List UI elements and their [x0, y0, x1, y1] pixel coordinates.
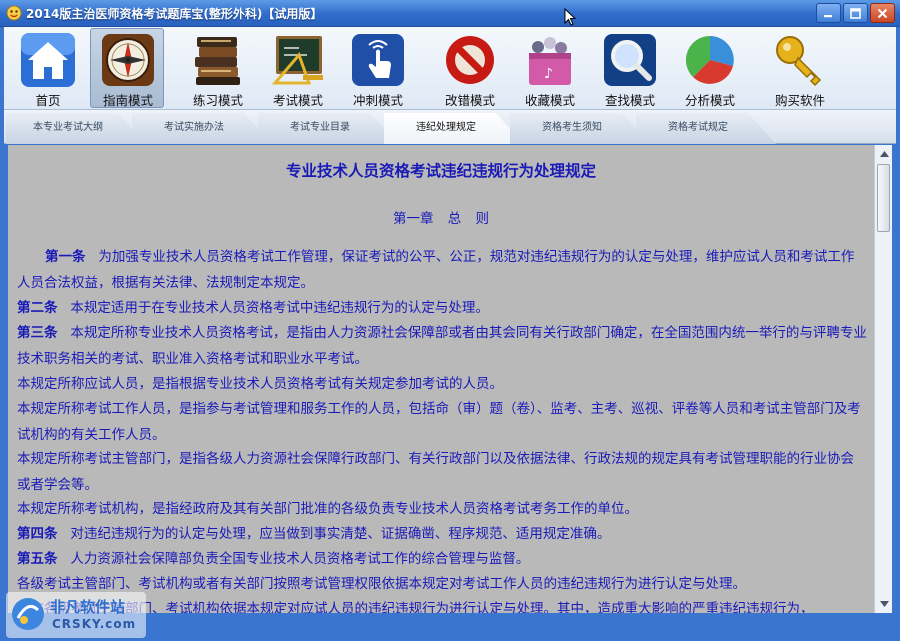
arrow-up-icon	[879, 151, 889, 157]
sprint-mode-label: 冲刺模式	[352, 93, 403, 108]
buy-software-label: 购买软件	[774, 93, 825, 108]
watermark-logo-icon	[12, 598, 44, 630]
article-paragraph: 第一条 为加强专业技术人员资格考试工作管理，保证考试的公平、公正，规范对违纪违规…	[17, 245, 867, 296]
tab-candidate-notice[interactable]: 资格考生须知	[510, 113, 650, 144]
analysis-mode-label: 分析模式	[684, 93, 735, 108]
body-paragraph: 本规定所称考试主管部门，是指各级人力资源社会保障行政部门、有关行政部门以及依据法…	[17, 451, 854, 493]
body-paragraph: 本规定所称考试机构，是指经政府及其有关部门批准的各级负责专业技术人员资格考试考务…	[17, 501, 638, 517]
home-button[interactable]: 首页	[10, 28, 84, 108]
chapter-heading: 第一章 总 则	[392, 211, 490, 227]
maximize-icon	[850, 7, 861, 19]
article-paragraph: 第四条 对违纪违规行为的认定与处理，应当做到事实清楚、证据确凿、程序规范、适用规…	[17, 522, 867, 548]
scroll-up-button[interactable]	[876, 146, 892, 162]
no-sign-icon	[446, 36, 494, 84]
article-number: 第一条	[45, 249, 86, 265]
document-title: 专业技术人员资格考试违纪违规行为处理规定	[285, 162, 596, 180]
document-view[interactable]: 专业技术人员资格考试违纪违规行为处理规定 第一章 总 则 第一条 为加强专业技术…	[8, 145, 874, 613]
vertical-scrollbar[interactable]	[874, 145, 892, 613]
minimize-icon	[824, 14, 832, 17]
article-text: 对违纪违规行为的认定与处理，应当做到事实清楚、证据确凿、程序规范、适用规定准确。	[70, 526, 611, 542]
books-icon	[195, 37, 240, 85]
mouse-cursor-icon	[564, 8, 576, 26]
favorites-mode-label: 收藏模式	[524, 93, 575, 108]
buy-software-button[interactable]: 购买软件	[762, 28, 836, 108]
exam-mode-label: 考试模式	[272, 93, 323, 108]
exam-mode-button[interactable]: 考试模式	[260, 28, 334, 108]
watermark-text: 非凡软件站	[50, 598, 126, 616]
tab-bar: 本专业考试大纲 考试实施办法 考试专业目录 违纪处理规定 资格考生须知 资格考试…	[4, 110, 896, 144]
close-icon	[877, 8, 888, 18]
article-number: 第四条	[17, 526, 58, 542]
practice-mode-label: 练习模式	[192, 93, 243, 108]
article-text: 本规定适用于在专业技术人员资格考试中违纪违规行为的认定与处理。	[70, 300, 489, 316]
title-bar: 2014版主治医师资格考试题库宝(整形外科)【试用版】	[0, 0, 900, 27]
article-paragraph: 第五条 人力资源社会保障部负责全国专业技术人员资格考试工作的综合管理与监督。	[17, 547, 867, 573]
close-button[interactable]	[870, 3, 895, 23]
maximize-button[interactable]	[843, 3, 868, 23]
article-paragraph: 第二条 本规定适用于在专业技术人员资格考试中违纪违规行为的认定与处理。	[17, 296, 867, 322]
analysis-mode-button[interactable]: 分析模式	[672, 28, 746, 108]
home-icon	[21, 33, 75, 87]
home-label: 首页	[35, 93, 61, 108]
sprint-mode-button[interactable]: 冲刺模式	[340, 28, 414, 108]
article-paragraph: 第三条 本规定所称专业技术人员资格考试，是指由人力资源社会保障部或者由其会同有关…	[17, 321, 867, 372]
article-number: 第二条	[17, 300, 58, 316]
body-paragraph: 本规定所称应试人员，是指根据专业技术人员资格考试有关规定参加考试的人员。	[17, 376, 503, 392]
tab-exam-implementation[interactable]: 考试实施办法	[132, 113, 272, 144]
blackboard-icon	[271, 36, 323, 85]
tab-syllabus[interactable]: 本专业考试大纲	[6, 113, 146, 144]
article-text: 本规定所称专业技术人员资格考试，是指由人力资源社会保障部或者由其会同有关行政部门…	[17, 325, 867, 367]
favorites-mode-button[interactable]: ♪ 收藏模式	[512, 28, 586, 108]
site-watermark: 非凡软件站 CRSKY.com	[6, 592, 146, 638]
key-icon	[776, 36, 822, 87]
article-text: 人力资源社会保障部负责全国专业技术人员资格考试工作的综合管理与监督。	[70, 551, 530, 567]
guide-mode-button[interactable]: 指南模式	[90, 28, 164, 108]
search-mode-label: 查找模式	[604, 93, 655, 108]
article-number: 第五条	[17, 551, 58, 567]
window-title: 2014版主治医师资格考试题库宝(整形外科)【试用版】	[26, 7, 323, 21]
body-paragraph: 本规定所称考试工作人员，是指参与考试管理和服务工作的人员，包括命（审）题（卷）、…	[17, 401, 861, 443]
scroll-down-button[interactable]	[876, 596, 892, 612]
arrow-down-icon	[879, 601, 889, 607]
treasure-box-icon: ♪	[529, 37, 571, 85]
tab-violation-rules[interactable]: 违纪处理规定	[384, 113, 524, 144]
compass-icon	[102, 34, 154, 86]
magnifier-icon	[604, 34, 656, 86]
minimize-button[interactable]	[816, 3, 841, 23]
main-toolbar: 首页 指南模式 练习模式 考试模式 冲刺模式 改错模式 ♪ 收藏模式 查找模式 …	[4, 27, 896, 110]
touch-hand-icon	[352, 34, 404, 86]
article-text: 为加强专业技术人员资格考试工作管理，保证考试的公平、公正，规范对违纪违规行为的认…	[17, 249, 855, 291]
tab-specialty-catalog[interactable]: 考试专业目录	[258, 113, 398, 144]
tab-exam-regulations[interactable]: 资格考试规定	[636, 113, 776, 144]
watermark-subtext: CRSKY.com	[52, 617, 137, 631]
app-icon	[6, 5, 22, 21]
scroll-thumb[interactable]	[877, 164, 890, 232]
svg-text:♪: ♪	[544, 66, 553, 82]
error-mode-button[interactable]: 改错模式	[432, 28, 506, 108]
search-mode-button[interactable]: 查找模式	[592, 28, 666, 108]
practice-mode-button[interactable]: 练习模式	[180, 28, 254, 108]
error-mode-label: 改错模式	[444, 93, 495, 108]
pie-chart-icon	[685, 35, 734, 84]
guide-mode-label: 指南模式	[102, 93, 153, 108]
article-number: 第三条	[17, 325, 58, 341]
